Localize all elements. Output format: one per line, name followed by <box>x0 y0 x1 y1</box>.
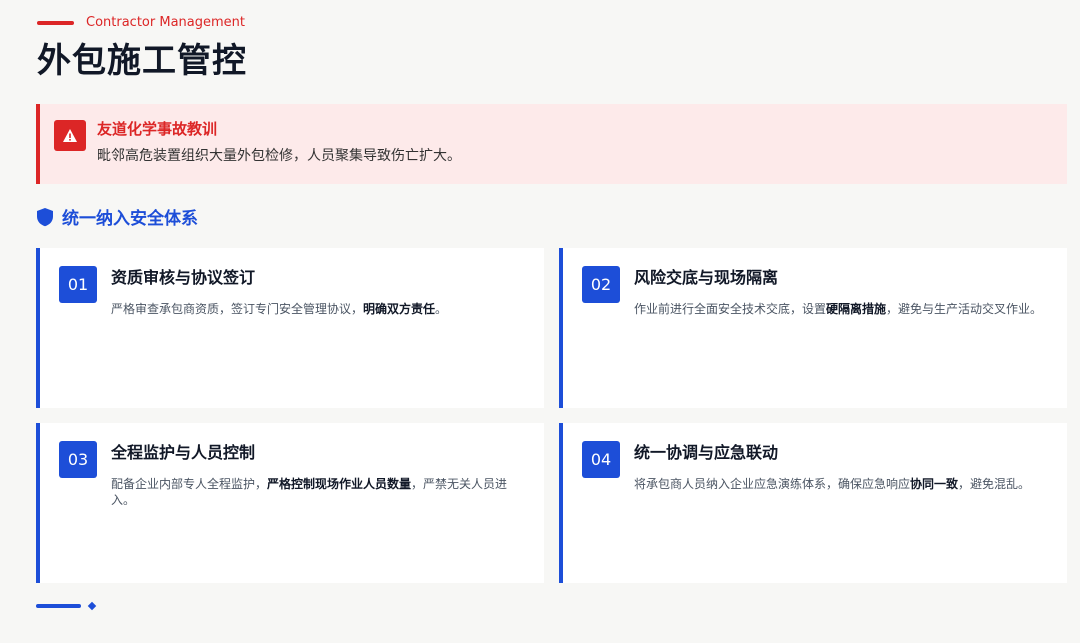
card-body: 严格审查承包商资质，签订专门安全管理协议，明确双方责任。 <box>111 301 521 317</box>
footer-accent-bar <box>36 604 81 608</box>
alert-body: 毗邻高危装置组织大量外包检修，人员聚集导致伤亡扩大。 <box>97 148 461 164</box>
card-body: 配备企业内部专人全程监护，严格控制现场作业人员数量，严禁无关人员进入。 <box>111 476 521 508</box>
card-2: 02 风险交底与现场隔离 作业前进行全面安全技术交底，设置硬隔离措施，避免与生产… <box>559 248 1067 408</box>
alert-box: 友道化学事故教训 毗邻高危装置组织大量外包检修，人员聚集导致伤亡扩大。 <box>36 104 1067 184</box>
card-body: 作业前进行全面安全技术交底，设置硬隔离措施，避免与生产活动交叉作业。 <box>634 301 1044 317</box>
card-body-emphasis: 严格控制现场作业人员数量 <box>267 477 412 491</box>
card-number-badge: 04 <box>582 441 620 478</box>
section-header: 统一纳入安全体系 <box>36 207 198 231</box>
card-body-text: 将承包商人员纳入企业应急演练体系，确保应急响应 <box>634 477 911 491</box>
card-title: 统一协调与应急联动 <box>634 443 779 462</box>
section-title: 统一纳入安全体系 <box>62 209 198 229</box>
card-3: 03 全程监护与人员控制 配备企业内部专人全程监护，严格控制现场作业人员数量，严… <box>36 423 544 583</box>
card-1: 01 资质审核与协议签订 严格审查承包商资质，签订专门安全管理协议，明确双方责任… <box>36 248 544 408</box>
card-body-text: 作业前进行全面安全技术交底，设置 <box>634 302 827 316</box>
card-4: 04 统一协调与应急联动 将承包商人员纳入企业应急演练体系，确保应急响应协同一致… <box>559 423 1067 583</box>
eyebrow: Contractor Management <box>37 14 245 32</box>
card-body-text: 配备企业内部专人全程监护， <box>111 477 268 491</box>
footer-diamond <box>87 601 97 611</box>
card-body-text-end: ，避免混乱。 <box>958 477 1031 491</box>
card-number-badge: 01 <box>59 266 97 303</box>
card-number-badge: 03 <box>59 441 97 478</box>
card-body-text: 严格审查承包商资质，签订专门安全管理协议， <box>111 302 364 316</box>
card-title: 风险交底与现场隔离 <box>634 268 779 287</box>
page-title: 外包施工管控 <box>37 41 247 81</box>
card-body: 将承包商人员纳入企业应急演练体系，确保应急响应协同一致，避免混乱。 <box>634 476 1044 492</box>
alert-title: 友道化学事故教训 <box>97 120 218 138</box>
card-body-emphasis: 硬隔离措施 <box>826 302 887 316</box>
eyebrow-accent-bar <box>37 21 74 25</box>
footer-decoration <box>36 601 97 611</box>
card-title: 全程监护与人员控制 <box>111 443 256 462</box>
card-title: 资质审核与协议签订 <box>111 268 256 287</box>
card-body-text-end: ，避免与生产活动交叉作业。 <box>886 302 1043 316</box>
card-body-emphasis: 协同一致 <box>910 477 959 491</box>
card-number-badge: 02 <box>582 266 620 303</box>
warning-icon <box>54 120 86 151</box>
shield-icon <box>36 207 54 231</box>
card-body-emphasis: 明确双方责任 <box>363 302 436 316</box>
eyebrow-text: Contractor Management <box>86 15 245 30</box>
card-body-text-end: 。 <box>435 302 448 316</box>
